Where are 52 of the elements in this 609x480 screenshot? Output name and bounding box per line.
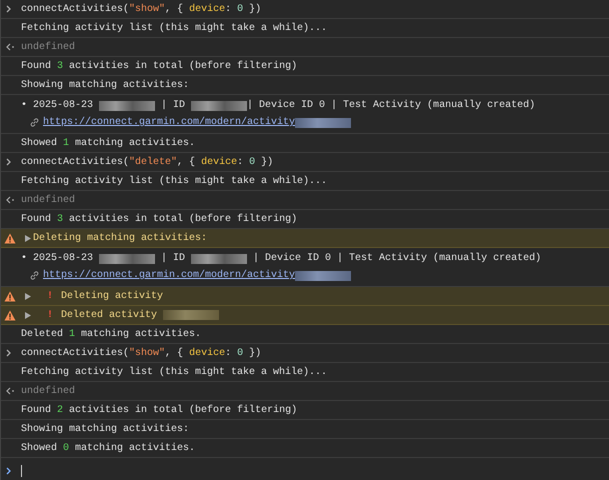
redaction-block: [295, 118, 352, 128]
log-message: Showed 1 matching activities.: [21, 136, 196, 150]
log-message: Fetching activity list (this might take a while)...: [21, 174, 328, 188]
return-value: undefined: [21, 40, 76, 54]
warning-icon: [4, 233, 16, 244]
list-item-text: | Device ID 0 | Test Activity (manually created): [252, 252, 542, 266]
warning-icon: [4, 291, 16, 302]
expand-triangle-icon[interactable]: [25, 312, 31, 318]
warning-message: Deleting matching activities:: [33, 232, 208, 246]
redaction-block: [163, 310, 220, 320]
link-icon: [29, 270, 40, 281]
list-item-text: • 2025-08-23: [21, 99, 94, 113]
chevron-icon: [6, 158, 12, 166]
warning-icon: [4, 310, 16, 321]
return-value: undefined: [21, 194, 76, 208]
command-text: connectActivities("show", { device: 0 }): [21, 346, 262, 360]
log-message: Fetching activity list (this might take a while)...: [21, 22, 328, 36]
chevron-icon: [6, 5, 12, 13]
error-mark: !: [47, 308, 54, 322]
list-item-text: | ID: [160, 98, 186, 113]
log-message: Found 3 activities in total (before filtering): [21, 60, 298, 74]
expand-triangle-icon[interactable]: [25, 234, 31, 242]
redaction-block: [295, 270, 352, 280]
command-text: connectActivities("delete", { device: 0 }): [21, 156, 274, 170]
redaction-block: [99, 254, 156, 264]
activity-link[interactable]: https://connect.garmin.com/modern/activity: [43, 114, 296, 131]
return-arrow-icon: [6, 387, 14, 395]
return-arrow-icon: [6, 43, 14, 51]
command-text: connectActivities("show", { device: 0 }): [21, 2, 262, 16]
activity-link[interactable]: https://connect.garmin.com/modern/activity: [43, 267, 296, 284]
warning-message: Deleting activity: [61, 290, 164, 304]
list-item-text: • 2025-08-23: [21, 252, 94, 266]
redaction-block: [191, 100, 248, 110]
return-value: undefined: [21, 384, 76, 398]
chevron-icon: [6, 349, 12, 357]
log-message: Deleted 1 matching activities.: [21, 328, 202, 342]
log-message: Found 3 activities in total (before filtering): [21, 212, 298, 226]
warning-message: Deleted activity: [61, 308, 158, 322]
redaction-block: [191, 254, 248, 264]
log-message: Fetching activity list (this might take a while)...: [21, 366, 328, 380]
list-item-text: | ID: [160, 252, 186, 266]
log-message: Found 2 activities in total (before filtering): [21, 404, 298, 418]
log-message: Showing matching activities:: [21, 78, 190, 92]
expand-triangle-icon[interactable]: [25, 292, 31, 300]
return-arrow-icon: [6, 196, 14, 204]
error-mark: !: [47, 290, 54, 304]
list-item-text: | Device ID 0 | Test Activity (manually created): [247, 98, 536, 113]
log-message: Showed 0 matching activities.: [21, 442, 196, 456]
prompt-chevron-icon: [6, 467, 12, 475]
redaction-block: [99, 100, 156, 110]
log-message: Showing matching activities:: [21, 422, 190, 436]
link-icon: [29, 117, 40, 128]
